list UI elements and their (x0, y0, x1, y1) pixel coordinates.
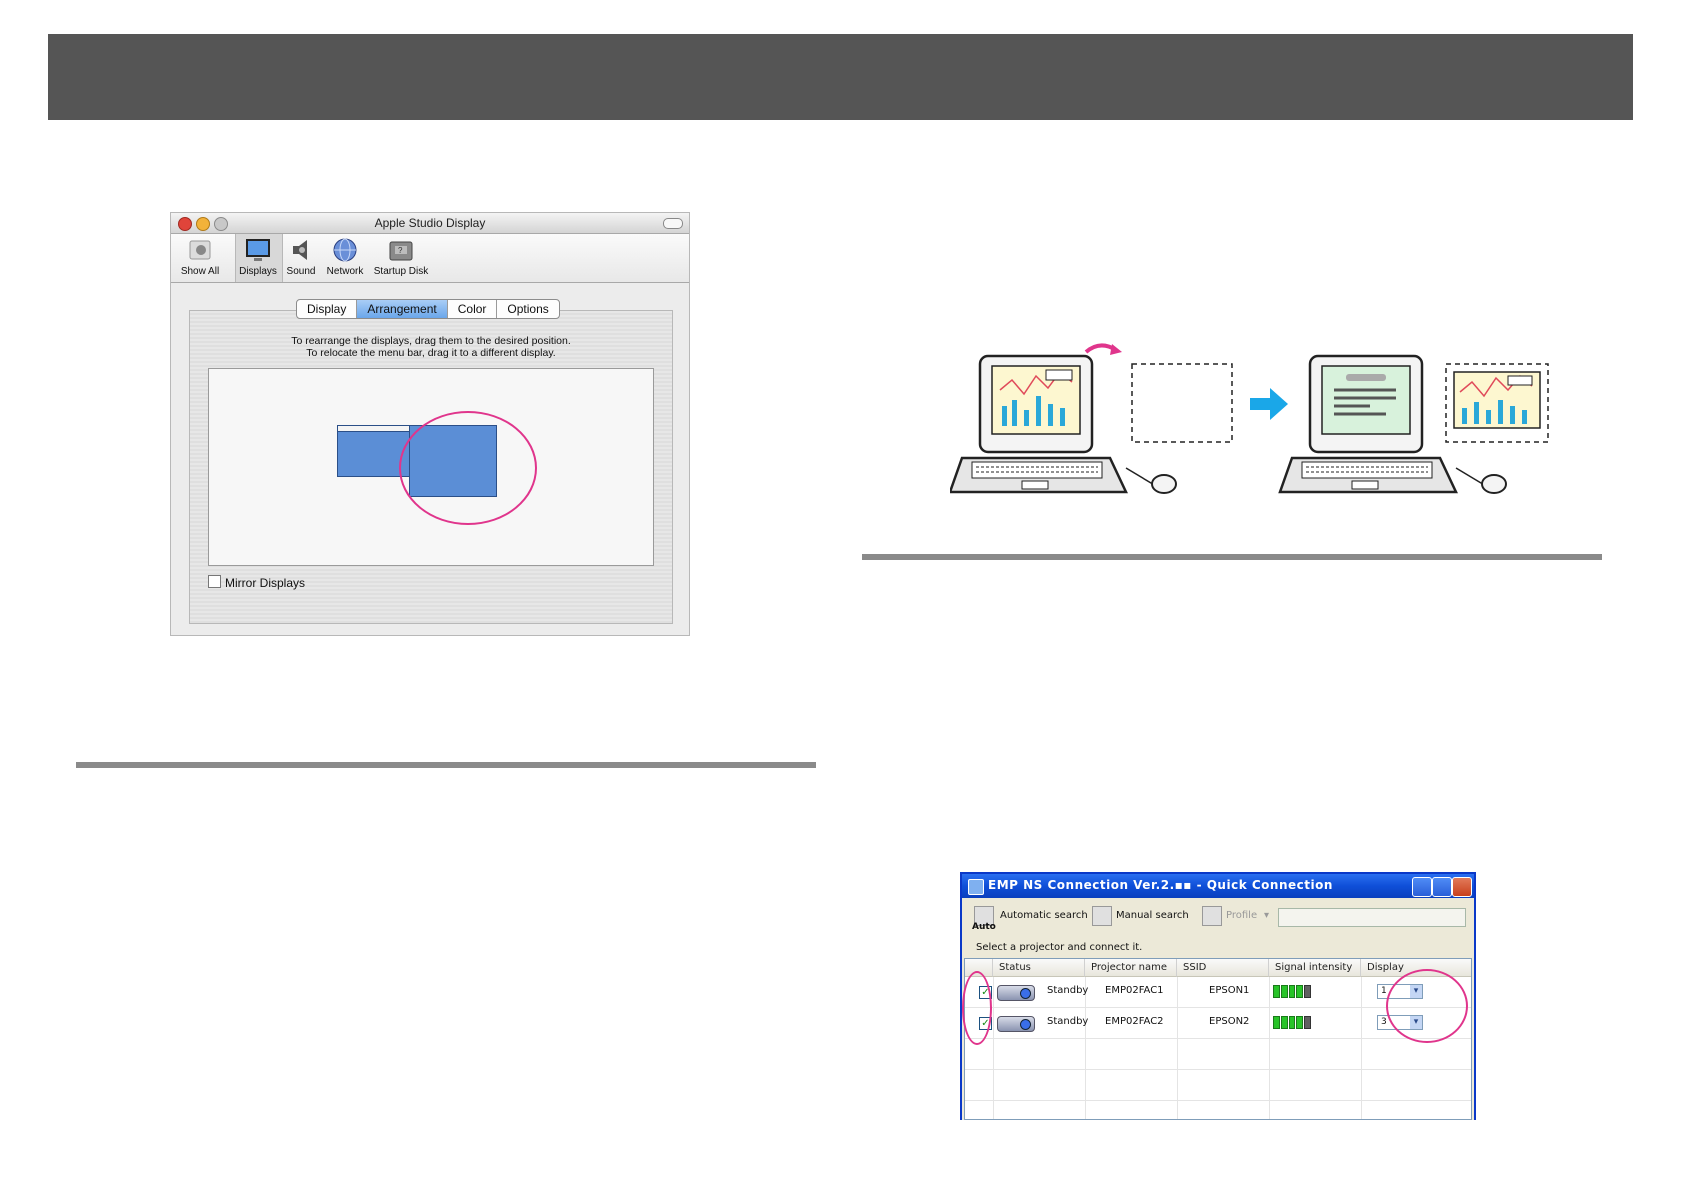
toolbar-toggle-icon[interactable] (663, 218, 683, 229)
svg-text:?: ? (398, 246, 403, 255)
window-title: EMP NS Connection Ver.2.▪▪ - Quick Conne… (988, 878, 1333, 892)
toolbar-label: Displays (239, 266, 277, 277)
toolbar-startup-disk[interactable]: ? Startup Disk (371, 236, 431, 277)
tab-options[interactable]: Options (497, 300, 558, 318)
minimize-icon[interactable] (1412, 877, 1432, 897)
display-arrangement-area[interactable] (208, 368, 654, 566)
instruction-line-1: To rearrange the displays, drag them to … (291, 335, 571, 347)
toolbar-label: Sound (286, 266, 316, 277)
ssid-cell: EPSON2 (1209, 1016, 1250, 1027)
display-icon (244, 236, 272, 264)
disk-icon: ? (387, 236, 415, 264)
toolbar-displays[interactable]: Displays (235, 236, 281, 277)
profile-dropdown-icon[interactable]: ▾ (1264, 910, 1269, 921)
manual-search-icon[interactable] (1092, 906, 1112, 926)
arrangement-panel: To rearrange the displays, drag them to … (189, 310, 673, 624)
toolbar-label: Startup Disk (373, 266, 429, 277)
signal-intensity-bars (1273, 1016, 1311, 1029)
right-arrow-icon (1250, 388, 1288, 420)
window-title: Apple Studio Display (374, 216, 486, 230)
column-header-ssid[interactable]: SSID (1177, 959, 1269, 977)
instruction-line-2: To relocate the menu bar, drag it to a d… (306, 347, 556, 359)
page-header-bar (48, 34, 1633, 120)
profile-icon[interactable] (1202, 906, 1222, 926)
ssid-cell: EPSON1 (1209, 985, 1250, 996)
mac-tab-bar: Display Arrangement Color Options (296, 299, 560, 319)
speaker-icon (287, 236, 315, 264)
toolbar-label: Network (326, 266, 364, 277)
tab-display[interactable]: Display (297, 300, 358, 318)
projector-name-cell: EMP02FAC2 (1105, 1016, 1164, 1027)
mac-toolbar: Show All Displays Sound Network ? Startu… (171, 234, 689, 283)
profile-button[interactable]: Profile (1226, 910, 1257, 921)
empty-row (965, 1070, 1471, 1101)
highlight-circle (1386, 969, 1468, 1043)
column-header-projector-name[interactable]: Projector name (1085, 959, 1177, 977)
highlight-circle (399, 411, 537, 525)
column-header-status[interactable]: Status (993, 959, 1085, 977)
section-divider-right (862, 554, 1602, 560)
app-icon (968, 879, 984, 895)
projector-name-cell: EMP02FAC1 (1105, 985, 1164, 996)
status-cell: Standby (1047, 985, 1089, 996)
manual-search-button[interactable]: Manual search (1116, 910, 1189, 921)
maximize-icon[interactable] (1432, 877, 1452, 897)
status-cell: Standby (1047, 1016, 1089, 1027)
tab-arrangement[interactable]: Arrangement (357, 300, 448, 318)
globe-icon (331, 236, 359, 264)
automatic-search-button[interactable]: Automatic search (1000, 910, 1088, 921)
xp-toolbar: Auto Automatic search Manual search Prof… (962, 904, 1474, 932)
apple-icon (186, 236, 214, 264)
projector-icon (997, 985, 1035, 1001)
menu-bar-indicator[interactable] (338, 426, 410, 432)
highlight-circle (962, 971, 992, 1045)
auto-label: Auto (972, 922, 996, 932)
toolbar-sound[interactable]: Sound (283, 236, 319, 277)
projector-icon (997, 1016, 1035, 1032)
mac-display-preferences-window: Apple Studio Display Show All Displays S… (170, 212, 690, 636)
column-header-signal-intensity[interactable]: Signal intensity (1269, 959, 1361, 977)
toolbar-network[interactable]: Network (323, 236, 367, 277)
empty-row (965, 1039, 1471, 1070)
signal-intensity-bars (1273, 985, 1311, 998)
mac-titlebar: Apple Studio Display (171, 213, 689, 234)
laptop-with-extended-empty-display-icon (950, 343, 1233, 494)
laptop-with-chart-moved-to-second-display-icon (1278, 354, 1549, 494)
close-icon[interactable] (1452, 877, 1472, 897)
mirror-displays-label: Mirror Displays (225, 576, 306, 590)
extended-desktop-illustration (950, 343, 1549, 494)
mirror-displays-checkbox[interactable]: Mirror Displays (208, 575, 305, 590)
toolbar-label: Show All (180, 266, 220, 277)
toolbar-show-all[interactable]: Show All (177, 236, 223, 277)
xp-titlebar: EMP NS Connection Ver.2.▪▪ - Quick Conne… (962, 874, 1474, 898)
section-divider-left (76, 762, 816, 768)
checkbox-icon[interactable] (208, 575, 221, 588)
tab-color[interactable]: Color (448, 300, 498, 318)
profile-field[interactable] (1278, 908, 1466, 927)
connect-hint: Select a projector and connect it. (976, 942, 1143, 953)
